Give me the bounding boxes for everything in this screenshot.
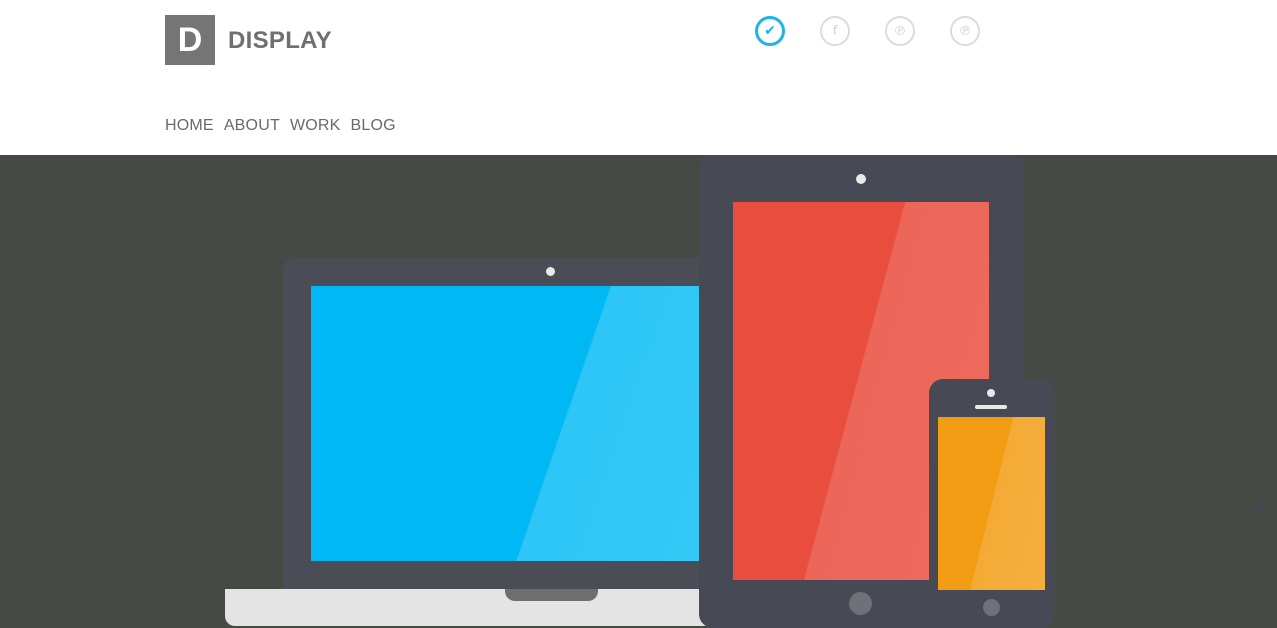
twitter-button[interactable]: ✔ [755,16,785,46]
nav-home[interactable]: HOME [165,117,214,135]
phone-screen [938,417,1045,590]
tablet-camera [856,174,866,184]
stray-pixel [1257,508,1259,510]
hero-section [0,155,1277,628]
main-nav: HOME ABOUT WORK BLOG [165,117,396,135]
pinterest-icon: ℗ [958,23,972,39]
site-header: D DISPLAY ✔ f ℗ ℗ HOME ABOUT WORK BLOG [0,0,1277,155]
nav-blog[interactable]: BLOG [351,117,396,135]
pinterest-icon: ℗ [893,23,907,39]
facebook-icon: f [832,23,838,39]
laptop-camera [546,267,555,276]
facebook-button[interactable]: f [820,16,850,46]
laptop-notch [505,589,598,601]
nav-about[interactable]: ABOUT [224,117,280,135]
pinterest-button-2[interactable]: ℗ [950,16,980,46]
laptop-screen [311,286,699,561]
phone-camera [987,389,995,397]
pinterest-button[interactable]: ℗ [885,16,915,46]
tablet-home-button [849,592,872,615]
phone-speaker [975,405,1007,409]
logo-text[interactable]: DISPLAY [228,28,332,54]
twitter-icon: ✔ [764,23,776,39]
laptop-base [225,589,725,626]
logo-mark[interactable]: D [165,15,215,65]
phone-home-button [983,599,1000,616]
nav-work[interactable]: WORK [290,117,341,135]
